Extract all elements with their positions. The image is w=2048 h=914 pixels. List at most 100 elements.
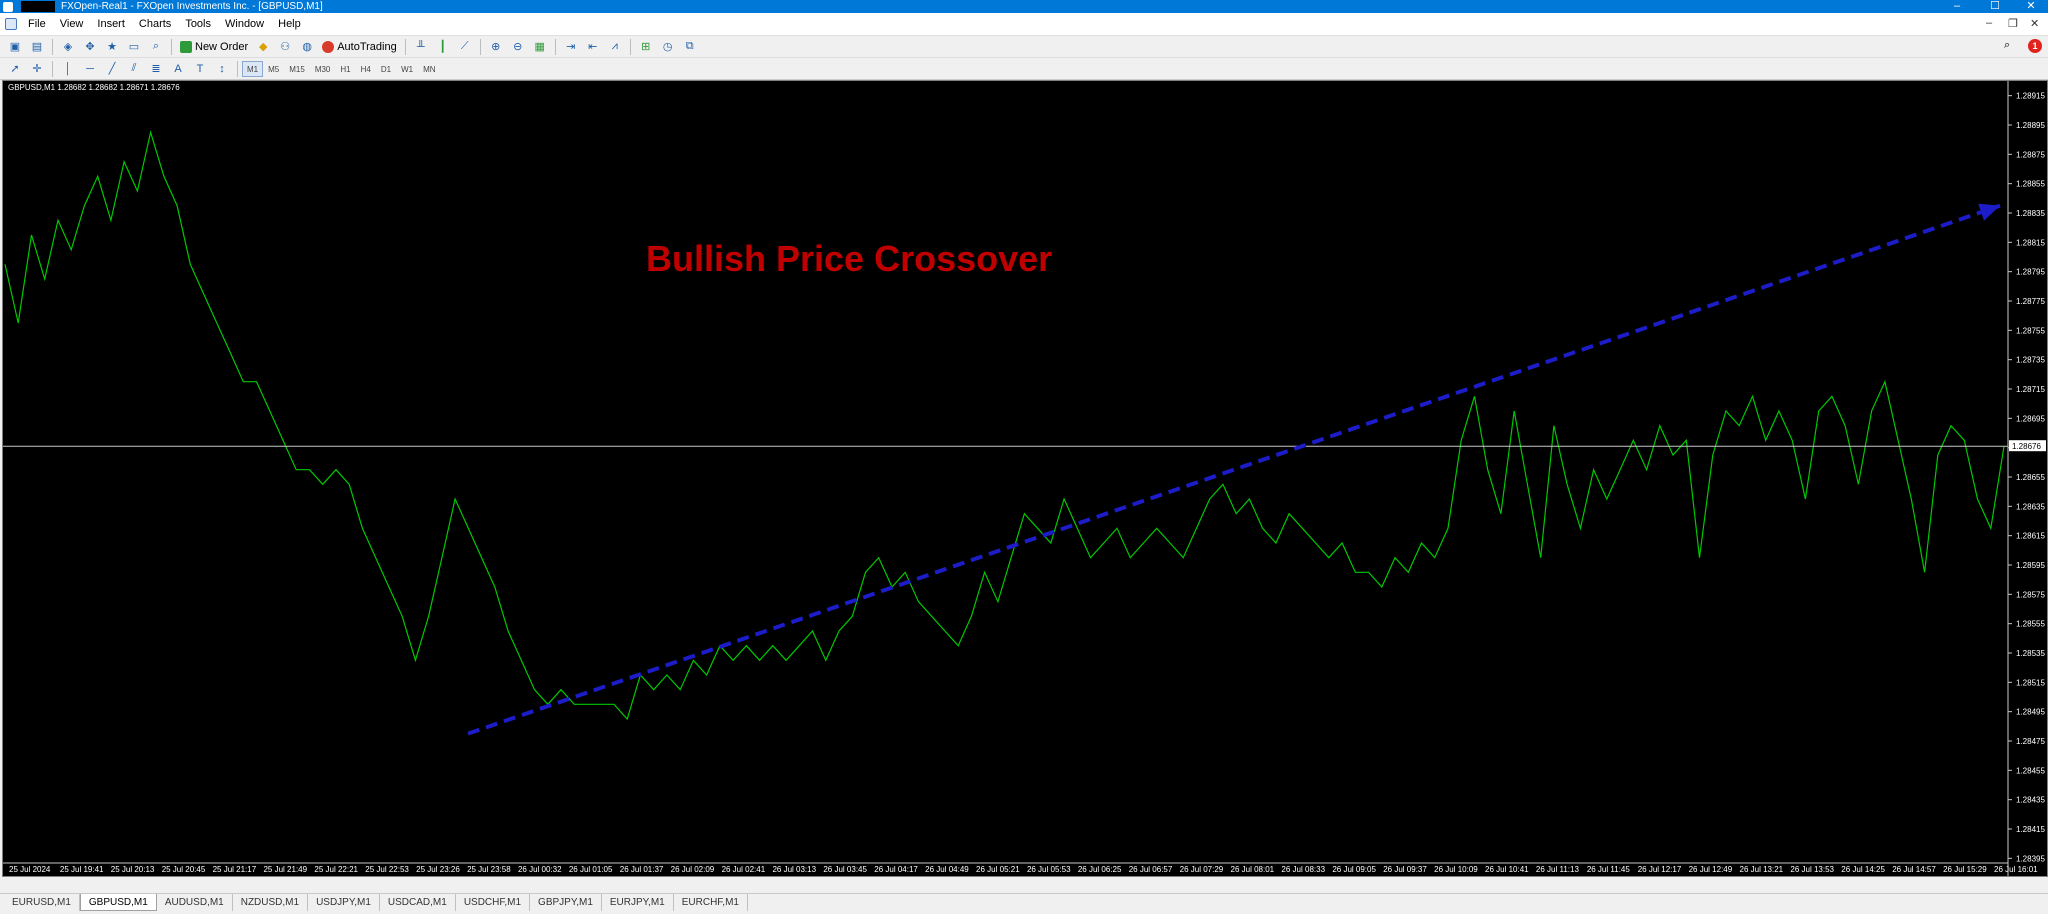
autoscroll-icon[interactable]: ⇤: [584, 38, 602, 56]
tab-usdjpy[interactable]: USDJPY,M1: [308, 894, 380, 911]
market-watch-icon[interactable]: ◈: [59, 38, 77, 56]
menu-help[interactable]: Help: [271, 13, 308, 36]
menu-charts[interactable]: Charts: [132, 13, 178, 36]
trendline-icon[interactable]: ╱: [103, 60, 121, 78]
timeframe-d1[interactable]: D1: [376, 61, 396, 77]
templates-icon[interactable]: ⧉: [681, 38, 699, 56]
y-tick-label: 1.28655: [2016, 473, 2045, 482]
timeframe-h1[interactable]: H1: [335, 61, 355, 77]
timeframe-m30[interactable]: M30: [310, 61, 336, 77]
crosshair-icon[interactable]: ✛: [28, 60, 46, 78]
tab-eurjpy[interactable]: EURJPY,M1: [602, 894, 674, 911]
autotrading-button[interactable]: AutoTrading: [318, 38, 401, 56]
x-tick-label: 26 Jul 09:37: [1383, 865, 1427, 874]
timeframe-h4[interactable]: H4: [356, 61, 376, 77]
profiles-icon[interactable]: ▤: [28, 38, 46, 56]
zoom-in-icon[interactable]: ⊕: [487, 38, 505, 56]
new-order-icon: [180, 40, 192, 53]
x-tick-label: 26 Jul 12:17: [1638, 865, 1682, 874]
bar-chart-icon[interactable]: ╨: [412, 38, 430, 56]
timeframe-m5[interactable]: M5: [263, 61, 284, 77]
x-tick-label: 26 Jul 01:05: [569, 865, 613, 874]
chart-window[interactable]: 1.28915 1.28895 1.28875 1.28855 1.28835 1.288…: [2, 80, 2048, 877]
toolbar-separator: [171, 38, 172, 55]
signals-icon[interactable]: ⚇: [276, 38, 294, 56]
y-tick-label: 1.28835: [2016, 209, 2045, 218]
indicators-icon[interactable]: ⩘: [606, 38, 624, 56]
current-price-label: 1.28676: [2012, 442, 2041, 451]
y-tick-label: 1.28635: [2016, 502, 2045, 511]
y-tick-label: 1.28615: [2016, 532, 2045, 541]
strategy-tester-icon[interactable]: ⌕: [147, 38, 165, 56]
vertical-line-icon[interactable]: │: [59, 60, 77, 78]
x-tick-label: 26 Jul 02:41: [722, 865, 766, 874]
search-icon[interactable]: ⌕: [2004, 39, 2010, 52]
new-order-button[interactable]: New Order: [176, 38, 252, 56]
tab-eurchf[interactable]: EURCHF,M1: [674, 894, 748, 911]
menu-insert[interactable]: Insert: [90, 13, 132, 36]
close-button[interactable]: ✕: [2016, 0, 2046, 13]
title-bar: FXOpen-Real1 - FXOpen Investments Inc. -…: [0, 0, 2048, 13]
tab-eurusd[interactable]: EURUSD,M1: [4, 894, 80, 911]
price-chart[interactable]: 1.28915 1.28895 1.28875 1.28855 1.28835 1.288…: [3, 81, 2047, 876]
x-tick-label: 26 Jul 09:05: [1332, 865, 1376, 874]
text-icon[interactable]: A: [169, 60, 187, 78]
cursor-icon[interactable]: ➚: [6, 60, 24, 78]
tab-gbpjpy[interactable]: GBPJPY,M1: [530, 894, 602, 911]
line-studies-toolbar: ➚ ✛ │ ─ ╱ ⫽ ≣ A T ↕ M1 M5 M15 M30 H1 H4 …: [0, 58, 2048, 80]
toolbar-separator: [479, 38, 481, 55]
menu-tools[interactable]: Tools: [178, 13, 218, 36]
x-tick-label: 26 Jul 12:49: [1689, 865, 1733, 874]
x-tick-label: 25 Jul 19:41: [60, 865, 104, 874]
add-object-icon[interactable]: ⊞: [637, 38, 655, 56]
timeframe-m15[interactable]: M15: [284, 61, 310, 77]
chart-window-icon[interactable]: [5, 18, 17, 30]
vps-icon[interactable]: ◍: [298, 38, 316, 56]
menu-view[interactable]: View: [53, 13, 91, 36]
arrows-icon[interactable]: ↕: [213, 60, 231, 78]
mdi-close-button[interactable]: ✕: [2030, 17, 2039, 30]
chart-shift-icon[interactable]: ⇥: [562, 38, 580, 56]
tab-audusd[interactable]: AUDUSD,M1: [157, 894, 233, 911]
new-chart-icon[interactable]: ▣: [6, 38, 24, 56]
candlestick-icon[interactable]: ┃: [434, 38, 452, 56]
y-tick-label: 1.28775: [2016, 297, 2045, 306]
mdi-minimize-button[interactable]: –: [1986, 17, 1992, 29]
notification-badge[interactable]: 1: [2028, 39, 2042, 53]
app-icon: [3, 1, 13, 12]
fibonacci-icon[interactable]: ≣: [147, 60, 165, 78]
x-tick-label: 25 Jul 2024: [9, 865, 51, 874]
tab-gbpusd[interactable]: GBPUSD,M1: [79, 894, 157, 911]
x-tick-label: 26 Jul 03:45: [823, 865, 867, 874]
timeframe-w1[interactable]: W1: [396, 61, 418, 77]
data-window-icon[interactable]: ✥: [81, 38, 99, 56]
x-tick-label: 25 Jul 22:53: [365, 865, 409, 874]
timeframe-mn[interactable]: MN: [418, 61, 440, 77]
x-tick-label: 26 Jul 04:49: [925, 865, 969, 874]
menu-file[interactable]: File: [21, 13, 53, 36]
account-redaction: [21, 1, 55, 12]
maximize-button[interactable]: ☐: [1980, 0, 2010, 13]
x-tick-label: 25 Jul 23:26: [416, 865, 460, 874]
tab-nzdusd[interactable]: NZDUSD,M1: [233, 894, 309, 911]
tab-usdchf[interactable]: USDCHF,M1: [456, 894, 531, 911]
timeframe-m1[interactable]: M1: [242, 60, 264, 77]
metaeditor-icon[interactable]: ◆: [254, 38, 272, 56]
x-tick-label: 26 Jul 05:21: [976, 865, 1020, 874]
line-chart-icon[interactable]: ⟋: [456, 38, 474, 56]
equidistant-channel-icon[interactable]: ⫽: [125, 60, 143, 78]
trend-arrow-head: [1978, 203, 2000, 221]
text-label-icon[interactable]: T: [191, 60, 209, 78]
menu-window[interactable]: Window: [218, 13, 271, 36]
tab-usdcad[interactable]: USDCAD,M1: [380, 894, 456, 911]
periods-icon[interactable]: ◷: [659, 38, 677, 56]
terminal-icon[interactable]: ▭: [125, 38, 143, 56]
minimize-button[interactable]: –: [1942, 0, 1972, 13]
y-tick-label: 1.28795: [2016, 268, 2045, 277]
mdi-restore-button[interactable]: ❐: [2008, 17, 2018, 30]
navigator-icon[interactable]: ★: [103, 38, 121, 56]
y-tick-label: 1.28715: [2016, 385, 2045, 394]
zoom-out-icon[interactable]: ⊖: [509, 38, 527, 56]
tile-windows-icon[interactable]: ▦: [531, 38, 549, 56]
horizontal-line-icon[interactable]: ─: [81, 60, 99, 78]
